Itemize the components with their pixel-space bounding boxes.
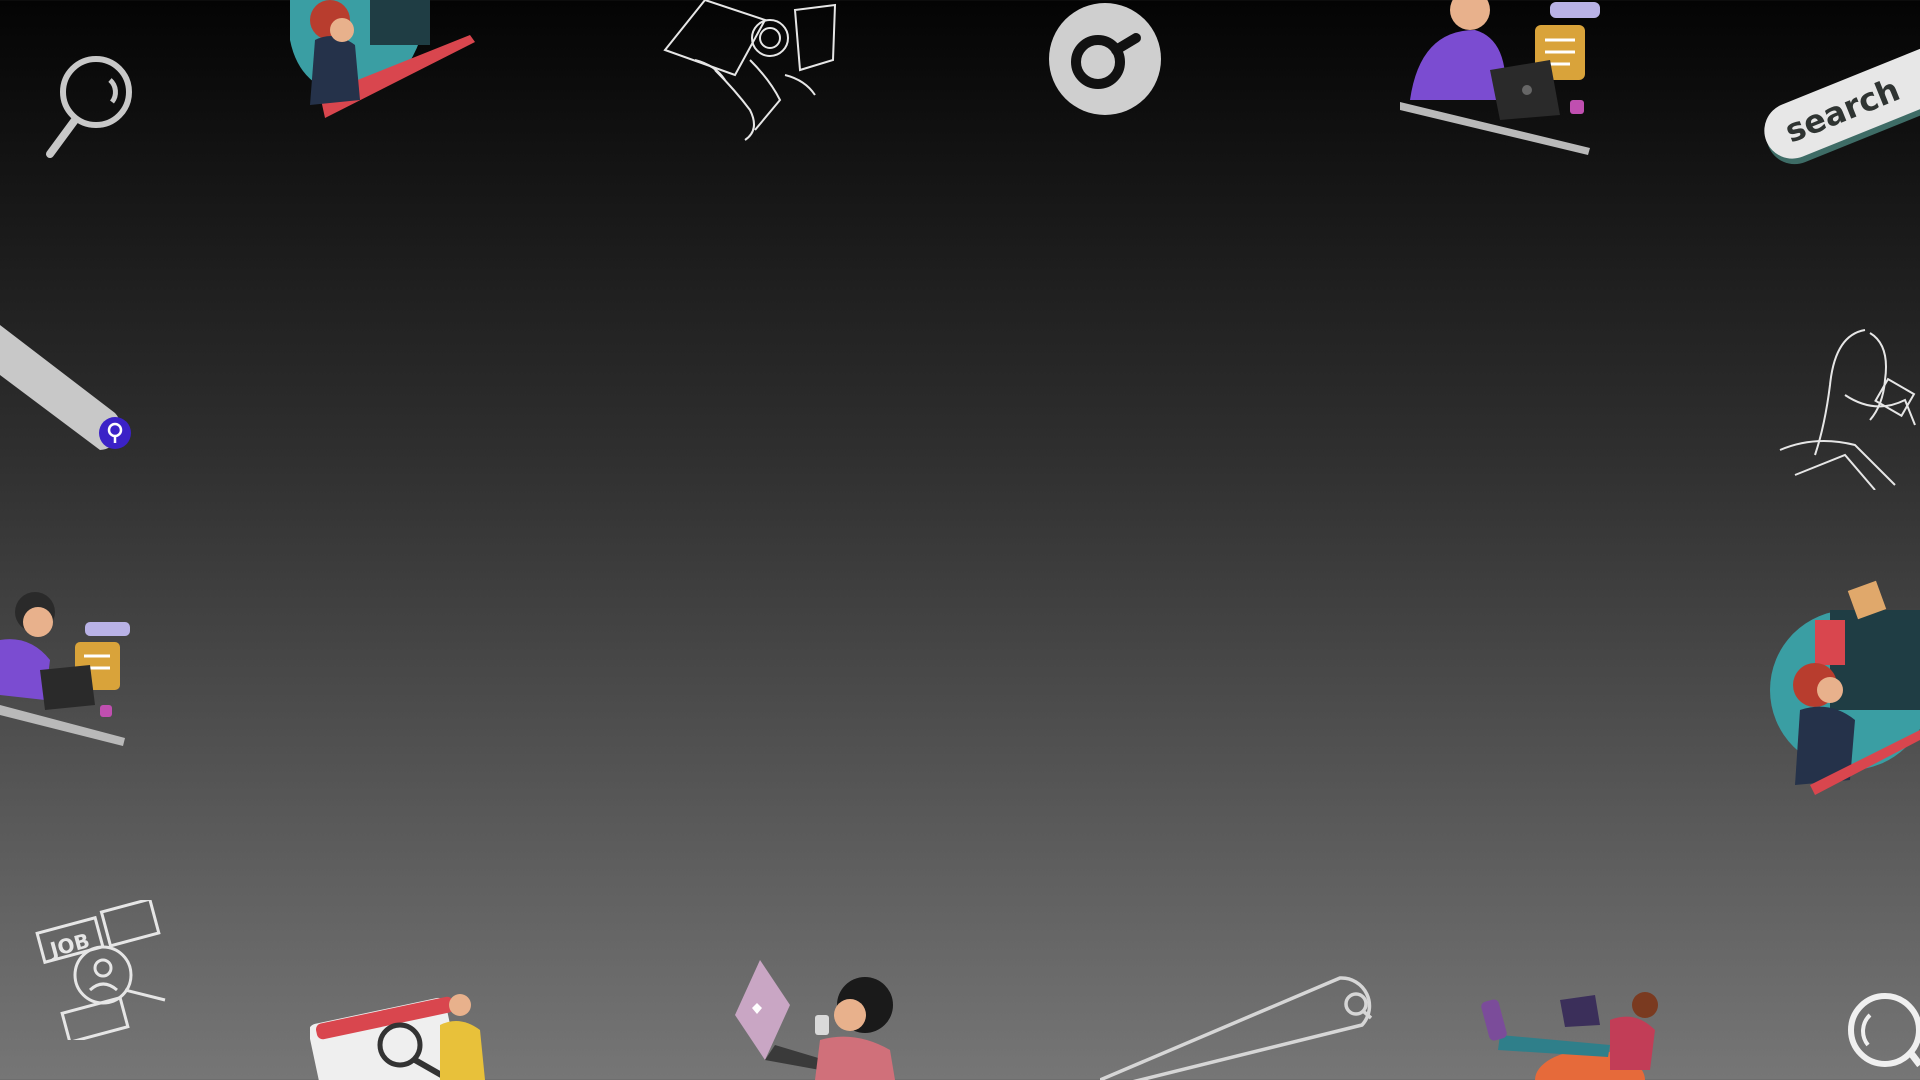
hands-on-desk-line-art xyxy=(663,0,837,141)
magnifier-outline-icon xyxy=(46,56,132,158)
job-card-label: JOB xyxy=(46,928,92,962)
person-searching-browser-illustration xyxy=(310,994,485,1080)
man-laptop-clipboard-illustration xyxy=(0,592,130,746)
man-lounging-laptop-illustration xyxy=(1481,992,1658,1080)
man-searching-laptop-illustration xyxy=(1400,0,1600,155)
magnifier-badge-icon xyxy=(1049,3,1161,115)
woman-with-camera-line-art xyxy=(1779,329,1916,490)
job-search-icon: JOB xyxy=(35,900,166,1040)
woman-with-laptop-illustration xyxy=(735,960,895,1080)
woman-at-monitor-illustration-right xyxy=(1770,580,1920,795)
woman-at-computer-illustration xyxy=(290,0,475,118)
magnifier-corner-icon xyxy=(1848,993,1920,1068)
search-chip-label: search xyxy=(1779,70,1906,151)
outline-search-bar xyxy=(1100,976,1373,1080)
search-chip: search xyxy=(1755,28,1920,168)
tilted-search-bar xyxy=(0,325,131,450)
